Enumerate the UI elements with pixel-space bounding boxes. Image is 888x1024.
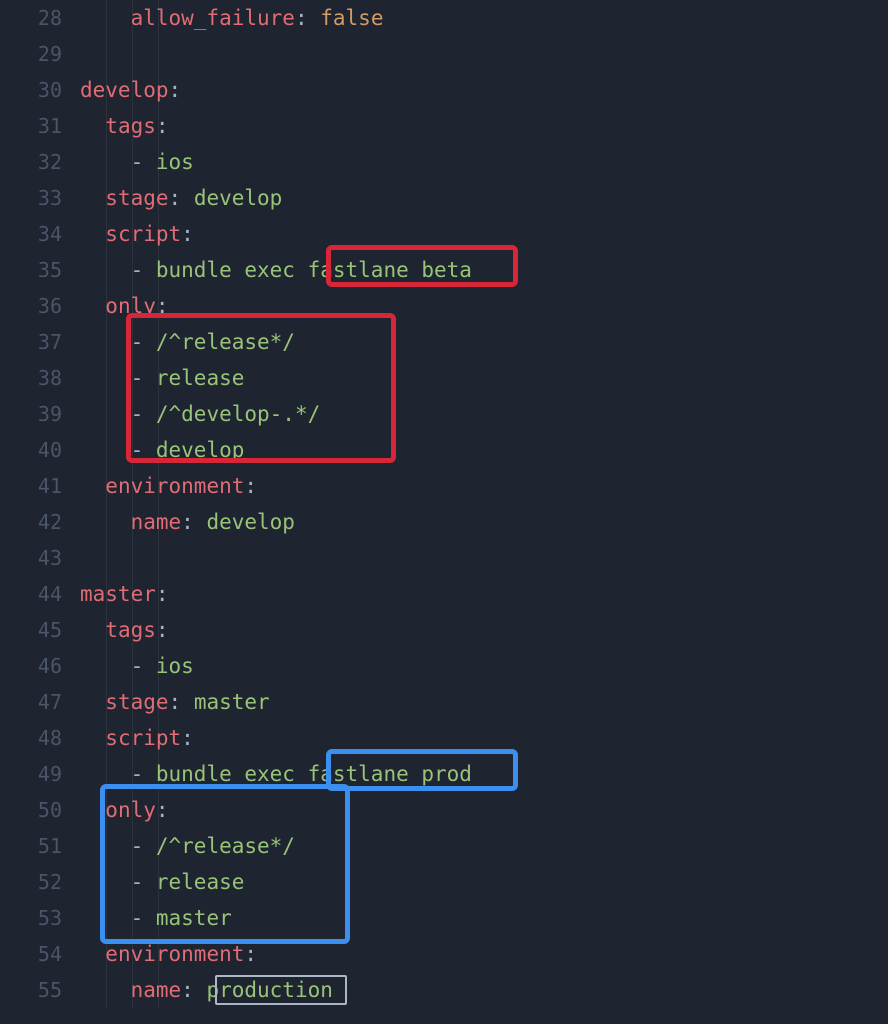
code-line[interactable]: 29 <box>0 36 888 72</box>
code-content[interactable]: - release <box>80 864 244 900</box>
code-line[interactable]: 44master: <box>0 576 888 612</box>
code-content[interactable]: - develop <box>80 432 244 468</box>
code-line[interactable]: 40 - develop <box>0 432 888 468</box>
code-line[interactable]: 46 - ios <box>0 648 888 684</box>
code-content[interactable]: - /^release*/ <box>80 828 295 864</box>
code-line[interactable]: 45 tags: <box>0 612 888 648</box>
code-content[interactable]: name: develop <box>80 504 295 540</box>
line-number: 48 <box>0 720 80 756</box>
code-content[interactable]: environment: <box>80 468 257 504</box>
code-content[interactable]: only: <box>80 288 169 324</box>
line-number: 39 <box>0 396 80 432</box>
line-number: 38 <box>0 360 80 396</box>
line-number: 40 <box>0 432 80 468</box>
line-number: 49 <box>0 756 80 792</box>
code-line[interactable]: 36 only: <box>0 288 888 324</box>
code-line[interactable]: 28 allow_failure: false <box>0 0 888 36</box>
code-line[interactable]: 54 environment: <box>0 936 888 972</box>
line-number: 54 <box>0 936 80 972</box>
code-content[interactable]: - ios <box>80 648 194 684</box>
line-number: 32 <box>0 144 80 180</box>
code-line[interactable]: 32 - ios <box>0 144 888 180</box>
line-number: 42 <box>0 504 80 540</box>
code-line[interactable]: 53 - master <box>0 900 888 936</box>
code-content[interactable]: - /^release*/ <box>80 324 295 360</box>
code-content[interactable]: tags: <box>80 108 169 144</box>
code-line[interactable]: 52 - release <box>0 864 888 900</box>
code-line[interactable]: 37 - /^release*/ <box>0 324 888 360</box>
code-content[interactable]: - master <box>80 900 232 936</box>
code-line[interactable]: 47 stage: master <box>0 684 888 720</box>
code-content[interactable]: stage: master <box>80 684 270 720</box>
code-content[interactable]: - /^develop-.*/ <box>80 396 320 432</box>
code-line[interactable]: 33 stage: develop <box>0 180 888 216</box>
code-line[interactable]: 30develop: <box>0 72 888 108</box>
code-line[interactable]: 50 only: <box>0 792 888 828</box>
line-number: 50 <box>0 792 80 828</box>
line-number: 35 <box>0 252 80 288</box>
code-line[interactable]: 31 tags: <box>0 108 888 144</box>
code-content[interactable]: only: <box>80 792 169 828</box>
code-line[interactable]: 43 <box>0 540 888 576</box>
line-number: 30 <box>0 72 80 108</box>
code-content[interactable]: allow_failure: false <box>80 0 383 36</box>
code-line[interactable]: 55 name: production <box>0 972 888 1008</box>
line-number: 53 <box>0 900 80 936</box>
line-number: 28 <box>0 0 80 36</box>
line-number: 37 <box>0 324 80 360</box>
code-content[interactable]: script: <box>80 216 194 252</box>
code-content[interactable]: - bundle exec fastlane prod <box>80 756 472 792</box>
code-content[interactable]: master: <box>80 576 169 612</box>
code-content[interactable]: environment: <box>80 936 257 972</box>
line-number: 45 <box>0 612 80 648</box>
line-number: 33 <box>0 180 80 216</box>
code-line[interactable]: 48 script: <box>0 720 888 756</box>
code-line[interactable]: 51 - /^release*/ <box>0 828 888 864</box>
line-number: 51 <box>0 828 80 864</box>
code-content[interactable]: - bundle exec fastlane beta <box>80 252 472 288</box>
code-line[interactable]: 35 - bundle exec fastlane beta <box>0 252 888 288</box>
code-content[interactable]: tags: <box>80 612 169 648</box>
code-content[interactable]: develop: <box>80 72 181 108</box>
line-number: 43 <box>0 540 80 576</box>
code-line[interactable]: 39 - /^develop-.*/ <box>0 396 888 432</box>
line-number: 55 <box>0 972 80 1008</box>
code-content[interactable]: name: production <box>80 972 333 1008</box>
line-number: 47 <box>0 684 80 720</box>
line-number: 31 <box>0 108 80 144</box>
line-number: 46 <box>0 648 80 684</box>
line-number: 44 <box>0 576 80 612</box>
code-line[interactable]: 49 - bundle exec fastlane prod <box>0 756 888 792</box>
line-number: 41 <box>0 468 80 504</box>
code-line[interactable]: 38 - release <box>0 360 888 396</box>
code-editor[interactable]: 28 allow_failure: false2930develop:31 ta… <box>0 0 888 1008</box>
code-content[interactable]: script: <box>80 720 194 756</box>
code-line[interactable]: 42 name: develop <box>0 504 888 540</box>
code-content[interactable]: - ios <box>80 144 194 180</box>
code-line[interactable]: 41 environment: <box>0 468 888 504</box>
line-number: 29 <box>0 36 80 72</box>
line-number: 36 <box>0 288 80 324</box>
code-content[interactable]: - release <box>80 360 244 396</box>
code-content[interactable]: stage: develop <box>80 180 282 216</box>
line-number: 34 <box>0 216 80 252</box>
code-line[interactable]: 34 script: <box>0 216 888 252</box>
line-number: 52 <box>0 864 80 900</box>
